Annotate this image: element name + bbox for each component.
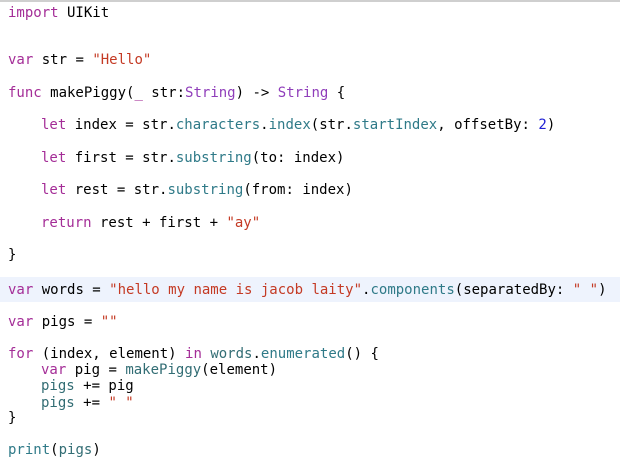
- code-line-4[interactable]: let index = str.characters.index(str.sta…: [8, 115, 555, 135]
- member-name: characters: [175, 117, 261, 133]
- code-text: first = str.: [66, 150, 176, 166]
- string-literal: " ": [108, 395, 134, 411]
- code-text: makePiggy(: [41, 85, 135, 101]
- variable-name: pigs: [41, 395, 75, 411]
- code-text: ): [546, 117, 556, 133]
- keyword: var: [8, 282, 34, 298]
- code-text: rest + first +: [91, 215, 227, 231]
- code-line-2[interactable]: var str = "Hello": [8, 50, 151, 70]
- code-text: ) ->: [235, 85, 278, 101]
- code-text: str:: [142, 85, 186, 101]
- string-literal: "Hello": [92, 52, 152, 68]
- type-name: String: [185, 85, 236, 101]
- code-line-6[interactable]: let rest = str.substring(from: index): [8, 180, 353, 200]
- code-text: ): [92, 442, 101, 458]
- code-line-5[interactable]: let first = str.substring(to: index): [8, 148, 344, 168]
- code-text: {: [328, 85, 346, 101]
- string-literal: "": [100, 314, 118, 330]
- code-line-14[interactable]: pigs += " ": [8, 393, 134, 413]
- code-line-1[interactable]: import UIKit: [8, 3, 109, 23]
- string-literal: " ": [572, 282, 599, 298]
- code-text: str =: [33, 52, 93, 68]
- keyword: let: [41, 150, 67, 166]
- code-text: index = str.: [66, 117, 176, 133]
- keyword: let: [41, 117, 67, 133]
- string-literal: "ay": [226, 215, 261, 231]
- editor-top-border: [0, 0, 620, 2]
- code-text: (str.: [310, 117, 353, 133]
- string-literal: "hello my name is jacob laity": [109, 282, 363, 298]
- number-literal: 2: [538, 117, 547, 133]
- member-name: components: [370, 282, 455, 298]
- code-line-15[interactable]: }: [8, 408, 16, 428]
- variable-name: pigs: [41, 378, 75, 394]
- member-name: startIndex: [352, 117, 438, 133]
- keyword: var: [8, 314, 34, 330]
- code-text: ): [598, 282, 607, 298]
- keyword: var: [8, 52, 34, 68]
- code-text: UIKit: [58, 5, 110, 21]
- code-text: }: [8, 247, 17, 263]
- code-text: .: [260, 117, 269, 133]
- member-name: substring: [167, 182, 244, 198]
- variable-name: pigs: [58, 442, 93, 458]
- code-text: }: [8, 410, 17, 426]
- code-text: (separatedBy:: [454, 282, 573, 298]
- member-name: substring: [175, 150, 252, 166]
- function-name: print: [8, 442, 51, 458]
- code-text: pigs =: [33, 314, 101, 330]
- code-line-9[interactable]: var words = "hello my name is jacob lait…: [8, 280, 607, 300]
- type-name: String: [277, 85, 329, 101]
- code-line-3[interactable]: func makePiggy(_ str:String) -> String {: [8, 83, 345, 103]
- function-name: makePiggy: [125, 362, 202, 378]
- code-text: (: [50, 442, 59, 458]
- code-line-10[interactable]: var pigs = "": [8, 312, 118, 332]
- code-text: (element): [201, 362, 278, 378]
- code-text: words =: [33, 282, 110, 298]
- keyword: _: [134, 85, 143, 101]
- code-text: (from: index): [243, 182, 353, 198]
- code-editor[interactable]: import UIKit var str = "Hello" func make…: [0, 0, 620, 468]
- keyword: let: [41, 182, 67, 198]
- code-line-8[interactable]: }: [8, 245, 16, 265]
- keyword: import: [8, 5, 59, 21]
- code-line-7[interactable]: return rest + first + "ay": [8, 213, 260, 233]
- member-name: index: [268, 117, 311, 133]
- code-text: (to: index): [251, 150, 345, 166]
- code-line-16[interactable]: print(pigs): [8, 440, 101, 460]
- code-text: +=: [74, 395, 109, 411]
- code-text: += pig: [74, 378, 134, 394]
- code-text: rest = str.: [66, 182, 168, 198]
- code-text: () {: [345, 346, 379, 362]
- keyword: func: [8, 85, 42, 101]
- code-text: , offsetBy:: [437, 117, 539, 133]
- keyword: return: [41, 215, 92, 231]
